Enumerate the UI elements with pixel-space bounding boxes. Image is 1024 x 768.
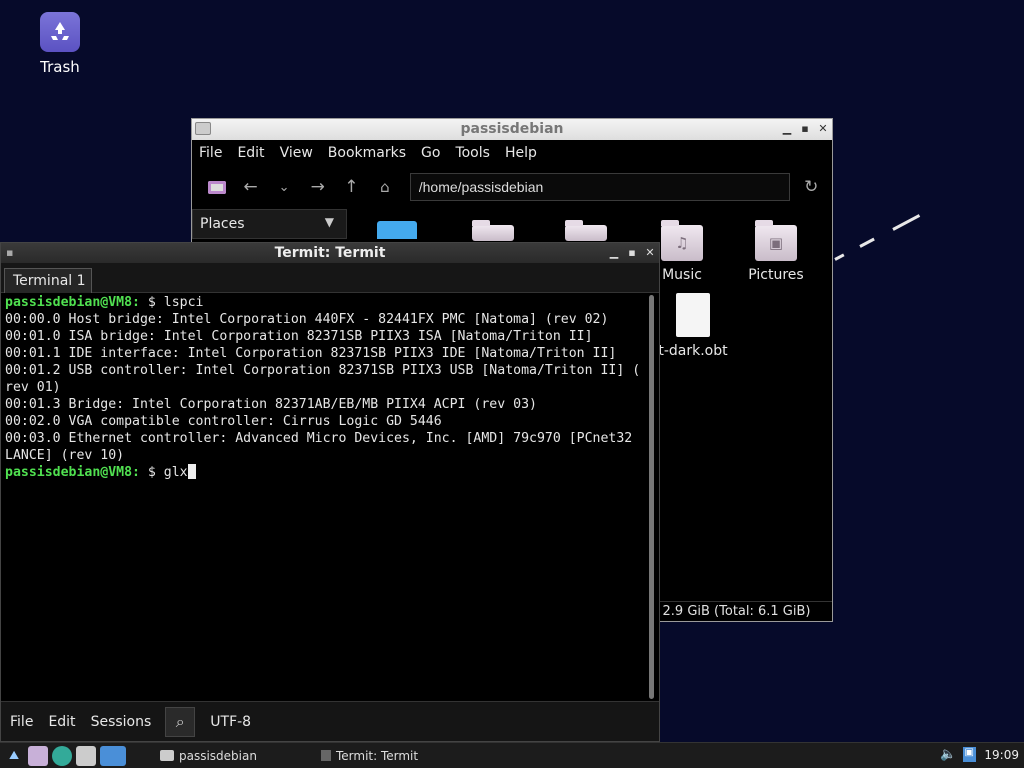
terminal-line: passisdebian@VM8: $ lspci — [5, 294, 645, 311]
fm-titlebar[interactable]: passisdebian ▁ ▪ ✕ — [192, 119, 832, 140]
item-label: Music — [662, 267, 702, 283]
system-tray: 🔈 ▣ — [940, 747, 976, 762]
taskbar: ⛰ passisdebian Termit: Termit 🔈 ▣ 19:09 — [0, 742, 1024, 768]
desktop-decoration — [859, 237, 875, 248]
menu-tools[interactable]: Tools — [455, 145, 490, 161]
fm-title: passisdebian — [460, 121, 564, 137]
terminal-line: 00:03.0 Ethernet controller: Advanced Mi… — [5, 431, 633, 446]
clock[interactable]: 19:09 — [984, 748, 1019, 762]
terminal-line: 00:01.3 Bridge: Intel Corporation 82371A… — [5, 397, 537, 412]
maximize-button[interactable]: ▪ — [627, 245, 637, 261]
music-folder-icon: ♫ — [661, 220, 703, 261]
terminal-line: 00:01.1 IDE interface: Intel Corporation… — [5, 346, 617, 361]
downloads-folder-icon[interactable] — [565, 220, 607, 241]
close-button[interactable]: ✕ — [645, 245, 655, 261]
shell-command: $ glx — [139, 465, 188, 480]
volume-icon[interactable]: 🔈 — [940, 747, 956, 762]
task-label: Termit: Termit — [335, 748, 419, 763]
documents-folder-icon[interactable] — [472, 220, 514, 241]
shell-command: $ lspci — [139, 295, 204, 310]
new-tab-icon[interactable] — [204, 175, 230, 199]
menu-file[interactable]: File — [10, 714, 33, 730]
folder-item-music[interactable]: ♫ Music — [654, 220, 710, 283]
browser-launcher-icon[interactable] — [52, 745, 72, 766]
places-dropdown[interactable]: Places ▼ — [192, 209, 347, 239]
menu-sessions[interactable]: Sessions — [91, 714, 152, 730]
scrollbar[interactable] — [649, 295, 654, 699]
chevron-down-icon: ▼ — [324, 215, 334, 229]
menu-bookmarks[interactable]: Bookmarks — [328, 145, 406, 161]
back-icon[interactable]: ← — [238, 175, 264, 199]
up-icon[interactable]: ↑ — [339, 175, 365, 199]
terminal-window[interactable]: ▪ Termit: Termit ▁ ▪ ✕ Terminal 1 passis… — [0, 242, 660, 742]
terminal-tabbar: Terminal 1 — [1, 263, 659, 293]
tab-terminal-1[interactable]: Terminal 1 — [4, 268, 92, 293]
encoding-selector[interactable]: UTF-8 — [210, 714, 251, 730]
terminal-line: passisdebian@VM8: $ glx — [5, 464, 645, 481]
minimize-button[interactable]: ▁ — [782, 121, 792, 137]
menu-view[interactable]: View — [280, 145, 313, 161]
file-item[interactable]: t-dark.obt — [648, 293, 738, 359]
close-button[interactable]: ✕ — [818, 121, 828, 137]
forward-icon[interactable]: → — [305, 175, 331, 199]
maximize-button[interactable]: ▪ — [800, 121, 810, 137]
folder-item-pictures[interactable]: ▣ Pictures — [742, 220, 810, 283]
menu-help[interactable]: Help — [505, 145, 537, 161]
file-manager-launcher-icon[interactable] — [28, 745, 48, 766]
trash-desktop-icon[interactable]: Trash — [34, 12, 86, 76]
fm-toolbar: ← ⌄ → ↑ ⌂ ↻ — [192, 166, 832, 208]
terminal-title: Termit: Termit — [274, 245, 386, 261]
terminal-line: 00:01.0 ISA bridge: Intel Corporation 82… — [5, 329, 593, 344]
terminal-titlebar[interactable]: ▪ Termit: Termit ▁ ▪ ✕ — [1, 243, 659, 263]
network-icon[interactable]: ▣ — [962, 747, 976, 762]
places-label: Places — [200, 216, 245, 232]
show-desktop-icon[interactable] — [76, 745, 96, 766]
start-menu-icon[interactable]: ⛰ — [4, 746, 24, 766]
task-label: passisdebian — [179, 748, 257, 763]
menu-file[interactable]: File — [199, 145, 222, 161]
item-label: Pictures — [748, 267, 804, 283]
task-file-manager[interactable]: passisdebian — [154, 743, 263, 768]
minimize-button[interactable]: ▁ — [609, 245, 619, 261]
item-label: t-dark.obt — [658, 343, 728, 359]
terminal-menubar: File Edit Sessions ⌕ UTF-8 — [1, 701, 659, 741]
task-terminal[interactable]: Termit: Termit — [315, 743, 424, 768]
pictures-folder-icon: ▣ — [755, 220, 797, 261]
terminal-line: rev 01) — [5, 380, 61, 395]
terminal-line: 00:01.2 USB controller: Intel Corporatio… — [5, 363, 641, 378]
trash-label: Trash — [40, 58, 80, 76]
terminal-icon — [320, 750, 331, 761]
search-icon[interactable]: ⌕ — [165, 706, 196, 737]
text-cursor — [187, 464, 196, 479]
terminal-line: 00:00.0 Host bridge: Intel Corporation 4… — [5, 312, 609, 327]
fm-menubar: File Edit View Bookmarks Go Tools Help — [192, 140, 832, 166]
reload-icon[interactable]: ↻ — [798, 175, 824, 199]
file-icon — [676, 293, 710, 337]
menu-edit[interactable]: Edit — [48, 714, 75, 730]
menu-edit[interactable]: Edit — [237, 145, 264, 161]
desktop-folder-icon[interactable] — [377, 221, 417, 239]
workspace-switcher-icon[interactable] — [100, 745, 126, 766]
desktop-decoration — [892, 214, 921, 231]
address-input[interactable] — [409, 173, 791, 201]
shell-prompt: passisdebian@VM8: — [5, 465, 140, 480]
recycle-icon — [40, 12, 80, 52]
terminal-line: 00:02.0 VGA compatible controller: Cirru… — [5, 414, 442, 429]
shell-prompt: passisdebian@VM8: — [5, 295, 140, 310]
menu-go[interactable]: Go — [421, 145, 440, 161]
history-chevron-icon[interactable]: ⌄ — [271, 175, 297, 199]
desktop-decoration — [834, 253, 845, 261]
terminal-line: LANCE] (rev 10) — [5, 448, 125, 463]
home-icon[interactable]: ⌂ — [372, 175, 398, 199]
terminal-output[interactable]: passisdebian@VM8: $ lspci 00:00.0 Host br… — [5, 294, 645, 699]
folder-icon — [160, 750, 174, 761]
